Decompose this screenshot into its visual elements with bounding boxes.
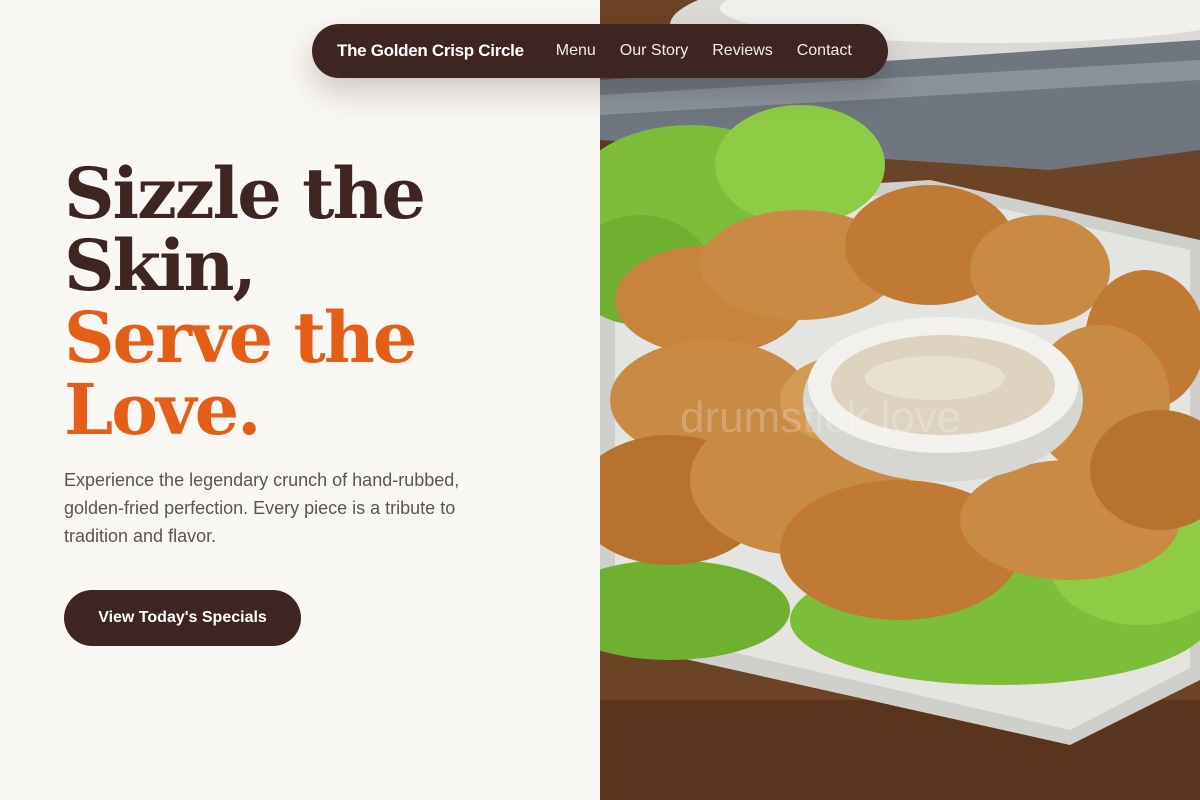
headline-line-1: Sizzle the bbox=[64, 152, 426, 235]
image-watermark-text: drumstick.love bbox=[680, 393, 961, 442]
hero-image: drumstick.love bbox=[600, 0, 1200, 800]
headline-line-2: Skin, bbox=[64, 224, 257, 307]
headline-accent-line-2: Love. bbox=[64, 368, 262, 451]
view-specials-button[interactable]: View Today's Specials bbox=[64, 590, 301, 646]
nav-link-menu[interactable]: Menu bbox=[556, 42, 596, 60]
hero-headline: Sizzle the Skin, Serve the Love. bbox=[64, 158, 544, 446]
brand-logo-text[interactable]: The Golden Crisp Circle bbox=[337, 41, 524, 61]
nav-link-contact[interactable]: Contact bbox=[797, 42, 852, 60]
nav-link-reviews[interactable]: Reviews bbox=[712, 42, 772, 60]
hero-description: Experience the legendary crunch of hand-… bbox=[64, 470, 460, 546]
nav-link-our-story[interactable]: Our Story bbox=[620, 42, 688, 60]
top-navigation: The Golden Crisp Circle Menu Our Story R… bbox=[312, 24, 888, 78]
fried-chicken-photo: drumstick.love bbox=[600, 0, 1200, 800]
headline-accent-line-1: Serve the bbox=[64, 296, 417, 379]
